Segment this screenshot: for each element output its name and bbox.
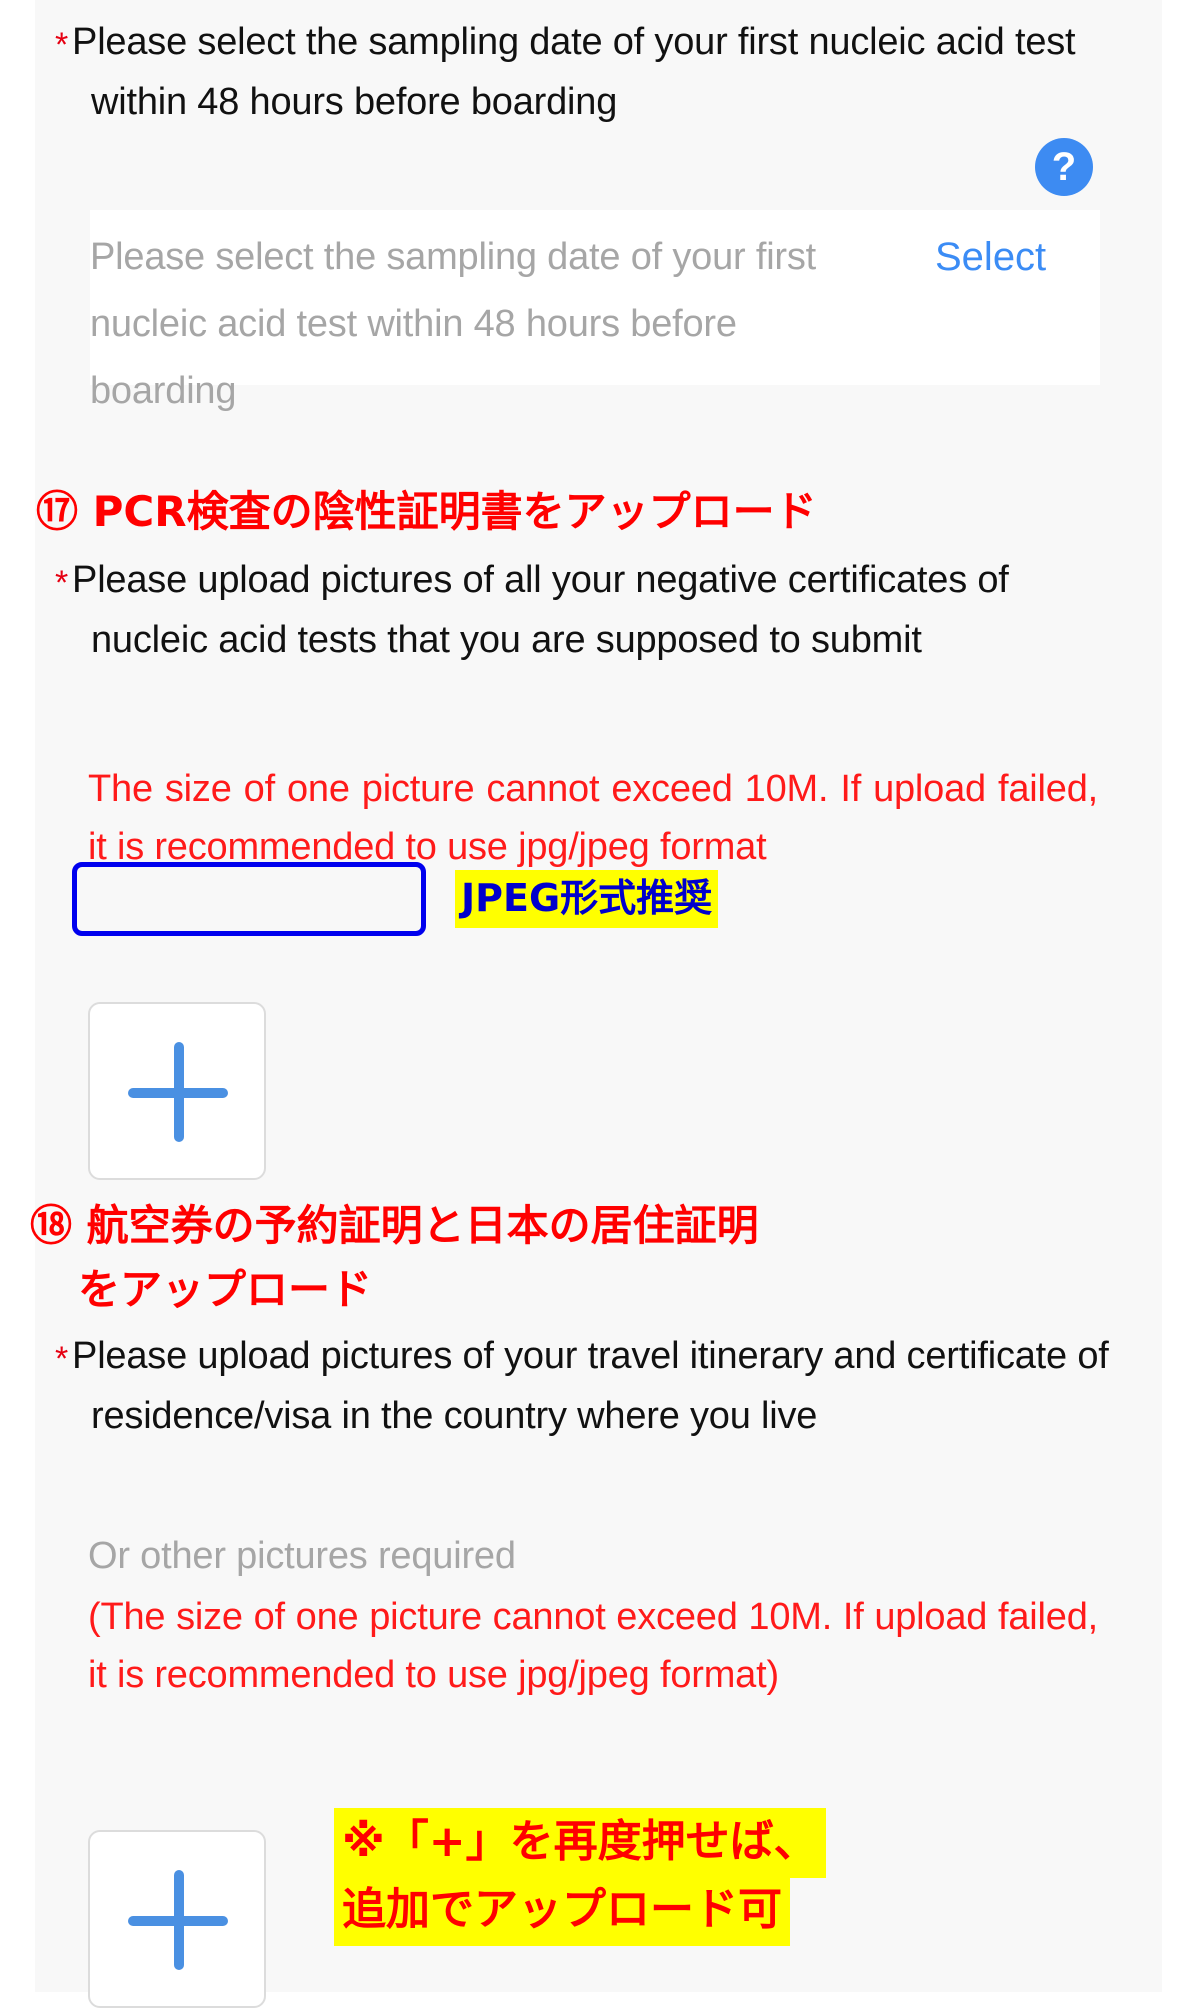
annotation-jpeg-recommended: JPEG形式推奨 — [455, 870, 719, 928]
plus-icon-vertical — [174, 1042, 184, 1142]
required-asterisk: * — [55, 564, 69, 602]
help-icon[interactable]: ? — [1035, 138, 1093, 196]
annotation-press-plus-line1: ※「+」を再度押せば、 — [334, 1808, 826, 1878]
itinerary-upload-add-button[interactable] — [88, 1830, 266, 2008]
pcr-upload-label-text: Please upload pictures of all your negat… — [72, 559, 1009, 661]
annotation-press-plus-line2: 追加でアップロード可 — [334, 1876, 790, 1946]
sampling-date-required-label: * Please select the sampling date of your… — [55, 14, 1115, 131]
required-asterisk: * — [55, 26, 69, 64]
itinerary-upload-size-warning: (The size of one picture cannot exceed 1… — [88, 1588, 1098, 1704]
sampling-date-field[interactable]: Please select the sampling date of your … — [90, 210, 1100, 412]
sampling-date-select-button[interactable]: Select — [935, 224, 1046, 291]
pcr-upload-size-warning: The size of one picture cannot exceed 10… — [88, 760, 1098, 876]
sampling-date-placeholder: Please select the sampling date of your … — [90, 236, 817, 412]
annotation-18-line2: をアップロード — [78, 1265, 373, 1314]
itinerary-warning-text: (The size of one picture cannot exceed 1… — [88, 1596, 1098, 1696]
itinerary-other-pictures-hint: Or other pictures required — [88, 1535, 516, 1577]
annotation-18-line1: ⑱ 航空券の予約証明と日本の居住証明 — [30, 1201, 759, 1250]
mobile-form-screenshot: * Please select the sampling date of your… — [0, 0, 1200, 2008]
itinerary-upload-required-label: * Please upload pictures of your travel i… — [55, 1328, 1130, 1445]
required-asterisk: * — [55, 1340, 69, 1378]
itinerary-upload-label-text: Please upload pictures of your travel it… — [72, 1335, 1109, 1437]
pcr-warning-text: The size of one picture cannot exceed 10… — [88, 768, 1098, 868]
annotation-17: ⑰ PCR検査の陰性証明書をアップロード — [36, 487, 817, 536]
pcr-upload-add-button[interactable] — [88, 1002, 266, 1180]
pcr-upload-required-label: * Please upload pictures of all your nega… — [55, 552, 1120, 669]
plus-icon-vertical — [174, 1870, 184, 1970]
sampling-date-label-text: Please select the sampling date of your … — [72, 21, 1076, 123]
